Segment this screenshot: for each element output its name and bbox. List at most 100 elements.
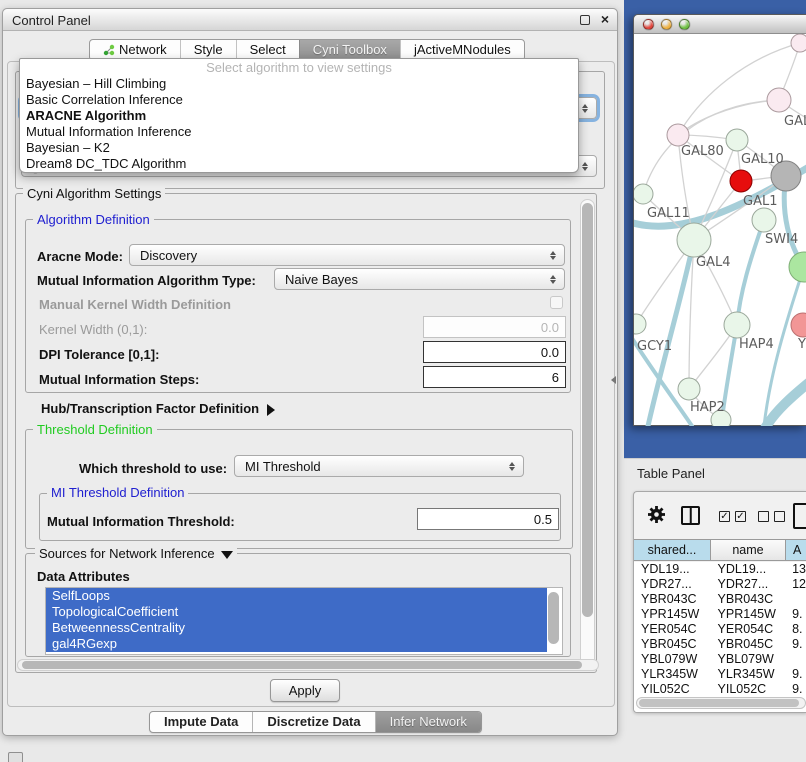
mi-steps-field[interactable]: 6	[423, 366, 566, 388]
table-cell: YIL052C	[634, 682, 711, 697]
attribute-list-item[interactable]: TopologicalCoefficient	[46, 604, 547, 620]
which-threshold-combobox[interactable]: MI Threshold	[234, 455, 524, 477]
column-header-name[interactable]: name	[711, 540, 786, 560]
manual-kernel-checkbox[interactable]	[550, 296, 563, 309]
combobox-arrows-icon	[545, 245, 561, 265]
column-header-A[interactable]: A	[786, 540, 806, 560]
table-cell: 12	[785, 577, 806, 592]
tab-infer-network[interactable]: Infer Network	[375, 712, 481, 732]
popup-item[interactable]: Dream8 DC_TDC Algorithm	[20, 156, 578, 172]
attribute-list-item[interactable]: gal4RGexp	[46, 636, 547, 652]
network-node[interactable]	[791, 313, 806, 337]
checked-checkbox-icon[interactable]: ✓	[735, 511, 746, 522]
close-traffic-light-icon[interactable]	[643, 19, 654, 30]
popup-item[interactable]: ARACNE Algorithm	[20, 108, 578, 124]
sources-toggle[interactable]: Sources for Network Inference	[35, 547, 237, 561]
apply-button[interactable]: Apply	[270, 679, 340, 702]
network-node[interactable]	[677, 223, 711, 257]
table-cell	[785, 652, 806, 667]
mi-threshold-label: Mutual Information Threshold:	[47, 514, 235, 529]
checked-checkbox-icon[interactable]: ✓	[719, 511, 730, 522]
network-node[interactable]	[726, 129, 748, 151]
tab-discretize-data[interactable]: Discretize Data	[252, 712, 374, 732]
network-node[interactable]	[667, 124, 689, 146]
network-view-window[interactable]: GALGAL80GAL10GAL1GAL11SWI4GAL4HAP4YGCY1H…	[633, 14, 806, 426]
network-node-label: GCY1	[637, 339, 672, 354]
minimize-traffic-light-icon[interactable]	[661, 19, 672, 30]
table-horizontal-scrollbar[interactable]	[636, 697, 806, 709]
close-icon[interactable]: ×	[601, 11, 609, 27]
zoom-traffic-light-icon[interactable]	[679, 19, 690, 30]
table-row[interactable]: YBL079WYBL079W	[634, 652, 806, 667]
dpi-tolerance-field[interactable]: 0.0	[423, 341, 566, 363]
table-panel-title: Table Panel	[637, 466, 705, 481]
table-cell: YPR145W	[711, 607, 786, 622]
split-columns-icon[interactable]	[681, 506, 700, 525]
table-row[interactable]: YBR043CYBR043C	[634, 592, 806, 607]
tab-jactivemnodules[interactable]: jActiveMNodules	[400, 40, 524, 60]
collapsed-panel-chip[interactable]	[8, 752, 23, 762]
unchecked-checkbox-icon[interactable]	[758, 511, 769, 522]
tab-label: Cyni Toolbox	[313, 40, 387, 60]
settings-horizontal-scrollbar[interactable]	[17, 659, 599, 671]
table-row[interactable]: YER054CYER054C8.	[634, 622, 806, 637]
network-edge[interactable]	[737, 220, 764, 325]
table-row[interactable]: YPR145WYPR145W9.	[634, 607, 806, 622]
kernel-width-field[interactable]: 0.0	[423, 316, 566, 338]
float-window-icon[interactable]	[580, 15, 590, 25]
table-row[interactable]: YLR345WYLR345W9.	[634, 667, 806, 682]
hub-definition-toggle[interactable]: Hub/Transcription Factor Definition	[41, 401, 275, 416]
panel-resize-handle[interactable]	[611, 376, 616, 384]
data-attributes-list[interactable]: SelfLoopsTopologicalCoefficientBetweenne…	[45, 587, 563, 655]
tab-style[interactable]: Style	[180, 40, 236, 60]
scrollbar-thumb[interactable]	[22, 661, 582, 669]
tab-select[interactable]: Select	[236, 40, 299, 60]
column-header-shared...[interactable]: shared...	[634, 540, 711, 560]
mi-threshold-field[interactable]: 0.5	[417, 508, 559, 530]
unchecked-checkbox-icon[interactable]	[774, 511, 785, 522]
network-node[interactable]	[724, 312, 750, 338]
aracne-mode-label: Aracne Mode:	[37, 249, 123, 264]
table-cell: YDR27...	[711, 577, 786, 592]
network-edge[interactable]	[678, 100, 779, 135]
network-node[interactable]	[634, 184, 653, 204]
popup-item[interactable]: Basic Correlation Inference	[20, 92, 578, 108]
scrollbar-thumb[interactable]	[582, 203, 593, 617]
popup-item[interactable]: Mutual Information Inference	[20, 124, 578, 140]
table-row[interactable]: YDL19...YDL19...13	[634, 562, 806, 577]
gear-icon[interactable]	[648, 506, 665, 526]
attribute-list-item[interactable]: BetweennessCentrality	[46, 620, 547, 636]
list-vertical-scrollbar[interactable]	[547, 588, 562, 654]
table-row[interactable]: YBR045CYBR045C9.	[634, 637, 806, 652]
network-window-titlebar[interactable]	[634, 15, 806, 34]
tab-impute-data[interactable]: Impute Data	[150, 712, 252, 732]
table-row[interactable]: YIL052CYIL052C9.	[634, 682, 806, 697]
mi-type-combobox[interactable]: Naive Bayes	[274, 268, 565, 290]
table-row[interactable]: YDR27...YDR27...12	[634, 577, 806, 592]
network-node[interactable]	[791, 34, 806, 52]
table-cell: YBL079W	[711, 652, 786, 667]
attribute-list-item[interactable]: SelfLoops	[46, 588, 547, 604]
combobox-arrows-icon	[504, 456, 520, 476]
network-node-label: HAP2	[690, 400, 725, 415]
network-node[interactable]	[767, 88, 791, 112]
scrollbar-thumb[interactable]	[548, 592, 559, 644]
network-node[interactable]	[634, 314, 646, 334]
network-node[interactable]	[730, 170, 752, 192]
tab-cyni-toolbox[interactable]: Cyni Toolbox	[299, 40, 400, 60]
tab-network[interactable]: Network	[90, 40, 180, 60]
aracne-mode-combobox[interactable]: Discovery	[129, 244, 565, 266]
network-canvas[interactable]: GALGAL80GAL10GAL1GAL11SWI4GAL4HAP4YGCY1H…	[634, 34, 806, 426]
table-cell: 8.	[785, 622, 806, 637]
document-icon[interactable]	[793, 503, 806, 529]
popup-item[interactable]: Bayesian – Hill Climbing	[20, 76, 578, 92]
settings-vertical-scrollbar[interactable]	[580, 199, 595, 667]
tab-label: Style	[194, 40, 223, 60]
control-panel-titlebar[interactable]: Control Panel ×	[3, 9, 617, 31]
network-node[interactable]	[678, 378, 700, 400]
network-node[interactable]	[789, 252, 806, 282]
scrollbar-thumb[interactable]	[639, 699, 799, 707]
table-cell: YIL052C	[711, 682, 786, 697]
network-node[interactable]	[752, 208, 776, 232]
popup-item[interactable]: Bayesian – K2	[20, 140, 578, 156]
